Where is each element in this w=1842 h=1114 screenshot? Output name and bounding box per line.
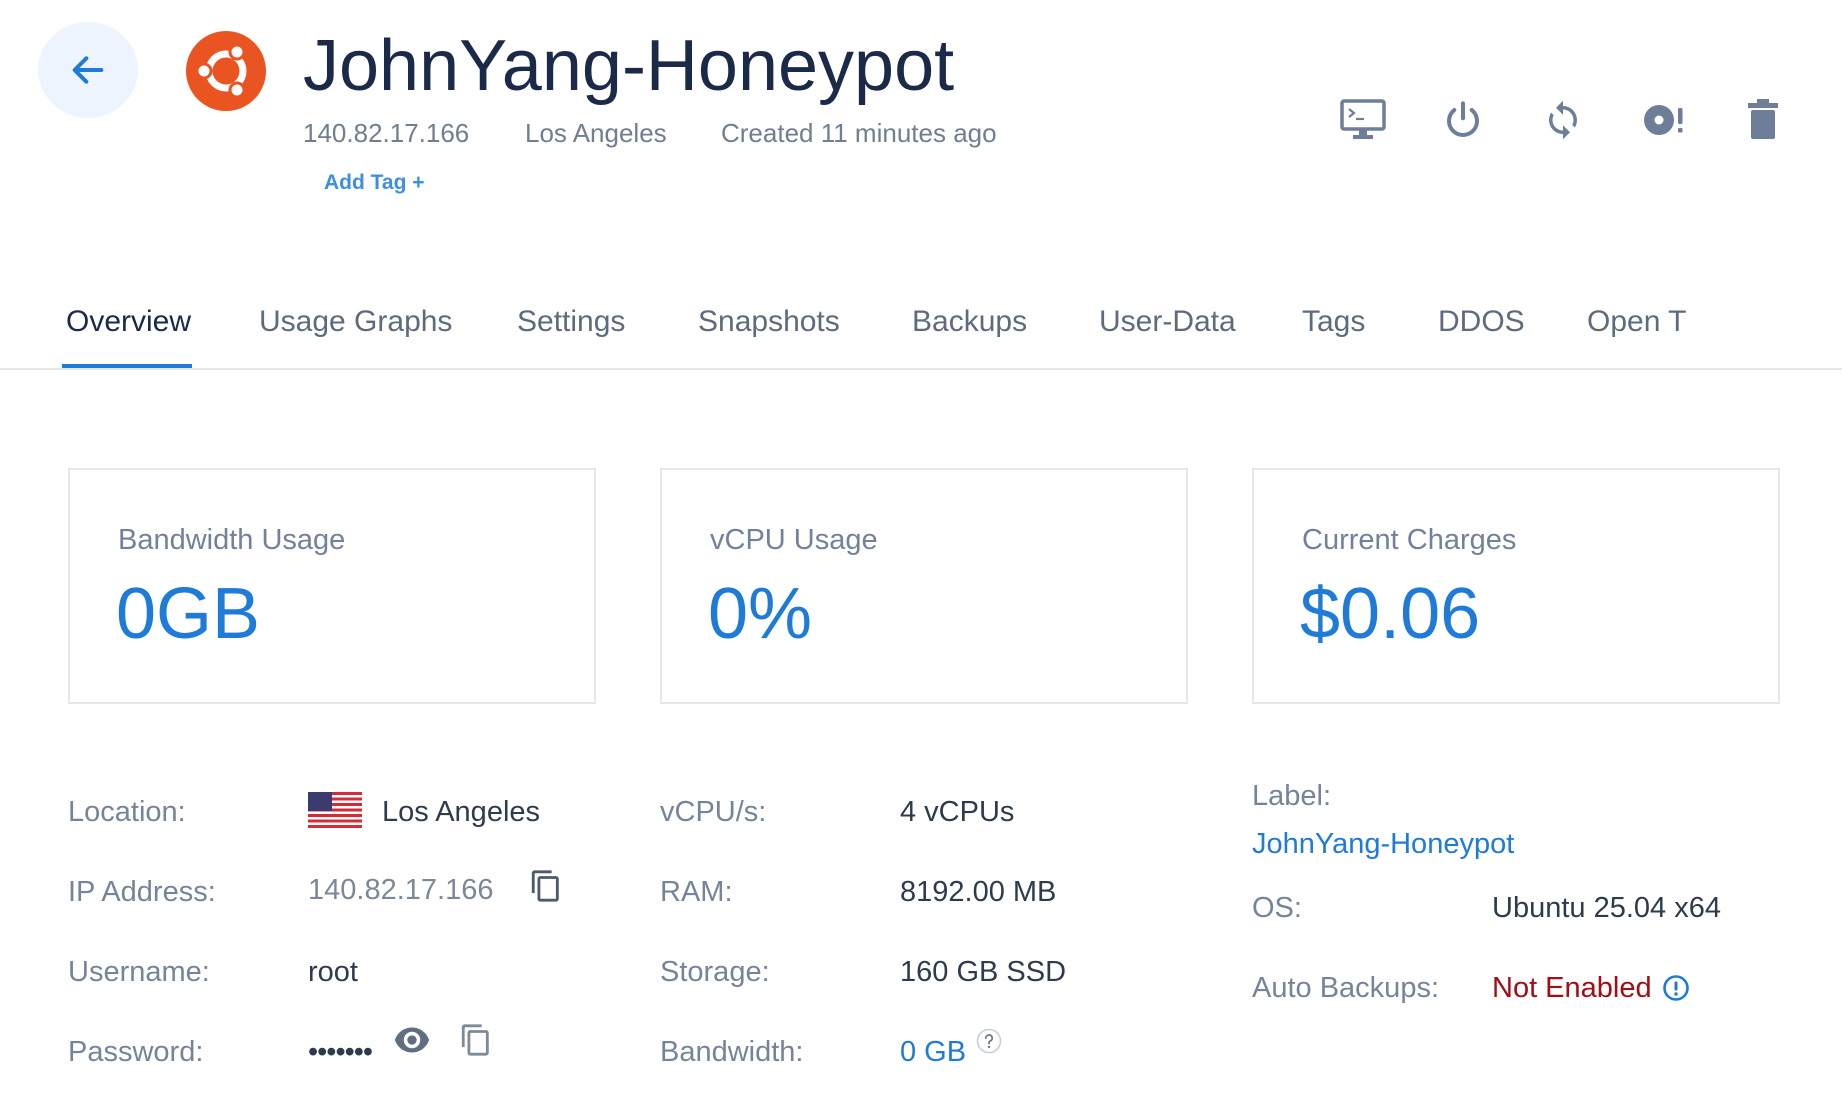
location-value: Los Angeles (382, 796, 541, 828)
restart-button[interactable] (1533, 92, 1593, 148)
eye-icon (394, 1027, 430, 1053)
reinstall-button[interactable] (1633, 92, 1693, 148)
tab-backups[interactable]: Backups (912, 300, 1027, 368)
card-value: 0GB (116, 574, 261, 654)
ip-address-value: 140.82.17.166 (308, 874, 494, 906)
ram-value: 8192.00 MB (900, 876, 1057, 908)
vcpu-label: vCPU/s: (660, 796, 767, 828)
copy-icon (461, 1024, 489, 1056)
console-icon (1340, 99, 1386, 139)
tab-user-data[interactable]: User-Data (1099, 300, 1236, 368)
trash-icon (1748, 99, 1778, 139)
help-icon (976, 1028, 1002, 1054)
tab-open-t[interactable]: Open T (1587, 300, 1687, 368)
delete-button[interactable] (1733, 92, 1793, 148)
storage-value: 160 GB SSD (900, 956, 1067, 988)
page-title: JohnYang-Honeypot (303, 26, 955, 106)
auto-backups-info-button[interactable] (1662, 974, 1690, 1002)
server-label-value[interactable]: JohnYang-Honeypot (1252, 826, 1514, 862)
show-password-button[interactable] (392, 1022, 432, 1058)
reinstall-icon (1644, 105, 1683, 135)
ram-label: RAM: (660, 876, 733, 908)
password-label: Password: (68, 1036, 204, 1068)
bandwidth-value[interactable]: 0 GB (900, 1034, 966, 1070)
vcpu-usage-card: vCPU Usage 0% (660, 468, 1188, 704)
storage-label: Storage: (660, 956, 770, 988)
card-label: vCPU Usage (710, 524, 878, 556)
current-charges-card: Current Charges $0.06 (1252, 468, 1780, 704)
tab-usage-graphs[interactable]: Usage Graphs (259, 300, 452, 368)
tab-settings[interactable]: Settings (517, 300, 625, 368)
username-value: root (308, 956, 358, 988)
server-label-label: Label: (1252, 780, 1332, 812)
os-label: OS: (1252, 892, 1302, 924)
ip-address-label: IP Address: (68, 876, 216, 908)
copy-icon (531, 870, 559, 902)
power-button[interactable] (1433, 92, 1493, 148)
arrow-left-icon (72, 56, 104, 84)
header-created-time: Created 11 minutes ago (721, 118, 997, 148)
card-label: Current Charges (1302, 524, 1517, 556)
header-ip-address: 140.82.17.166 (303, 118, 470, 148)
password-value: ••••••• (308, 1036, 373, 1068)
restart-icon (1549, 100, 1577, 140)
vcpu-value: 4 vCPUs (900, 796, 1015, 828)
card-value: 0% (708, 574, 813, 654)
tab-ddos[interactable]: DDOS (1438, 300, 1525, 368)
auto-backups-status: Not Enabled (1492, 972, 1652, 1004)
us-flag-icon (308, 792, 362, 833)
bandwidth-label: Bandwidth: (660, 1036, 804, 1068)
username-label: Username: (68, 956, 210, 988)
view-console-button[interactable] (1333, 92, 1393, 148)
bandwidth-help-button[interactable] (976, 1028, 1002, 1054)
power-icon (1447, 101, 1479, 137)
info-icon (1663, 975, 1689, 1001)
tab-snapshots[interactable]: Snapshots (698, 300, 840, 368)
location-label: Location: (68, 796, 186, 828)
tab-overview[interactable]: Overview (66, 300, 191, 368)
header-location: Los Angeles (525, 118, 667, 148)
back-button[interactable] (38, 22, 138, 118)
tab-bar: Overview Usage Graphs Settings Snapshots… (0, 300, 1842, 370)
bandwidth-usage-card: Bandwidth Usage 0GB (68, 468, 596, 704)
tab-tags[interactable]: Tags (1302, 300, 1365, 368)
os-value: Ubuntu 25.04 x64 (1492, 892, 1721, 924)
auto-backups-label: Auto Backups: (1252, 972, 1439, 1004)
add-tag-link[interactable]: Add Tag + (324, 171, 425, 195)
copy-password-button[interactable] (458, 1020, 494, 1060)
active-tab-indicator (62, 364, 192, 368)
ubuntu-logo-icon (186, 31, 266, 111)
copy-ip-button[interactable] (528, 866, 564, 906)
card-label: Bandwidth Usage (118, 524, 346, 556)
card-value: $0.06 (1300, 574, 1481, 654)
